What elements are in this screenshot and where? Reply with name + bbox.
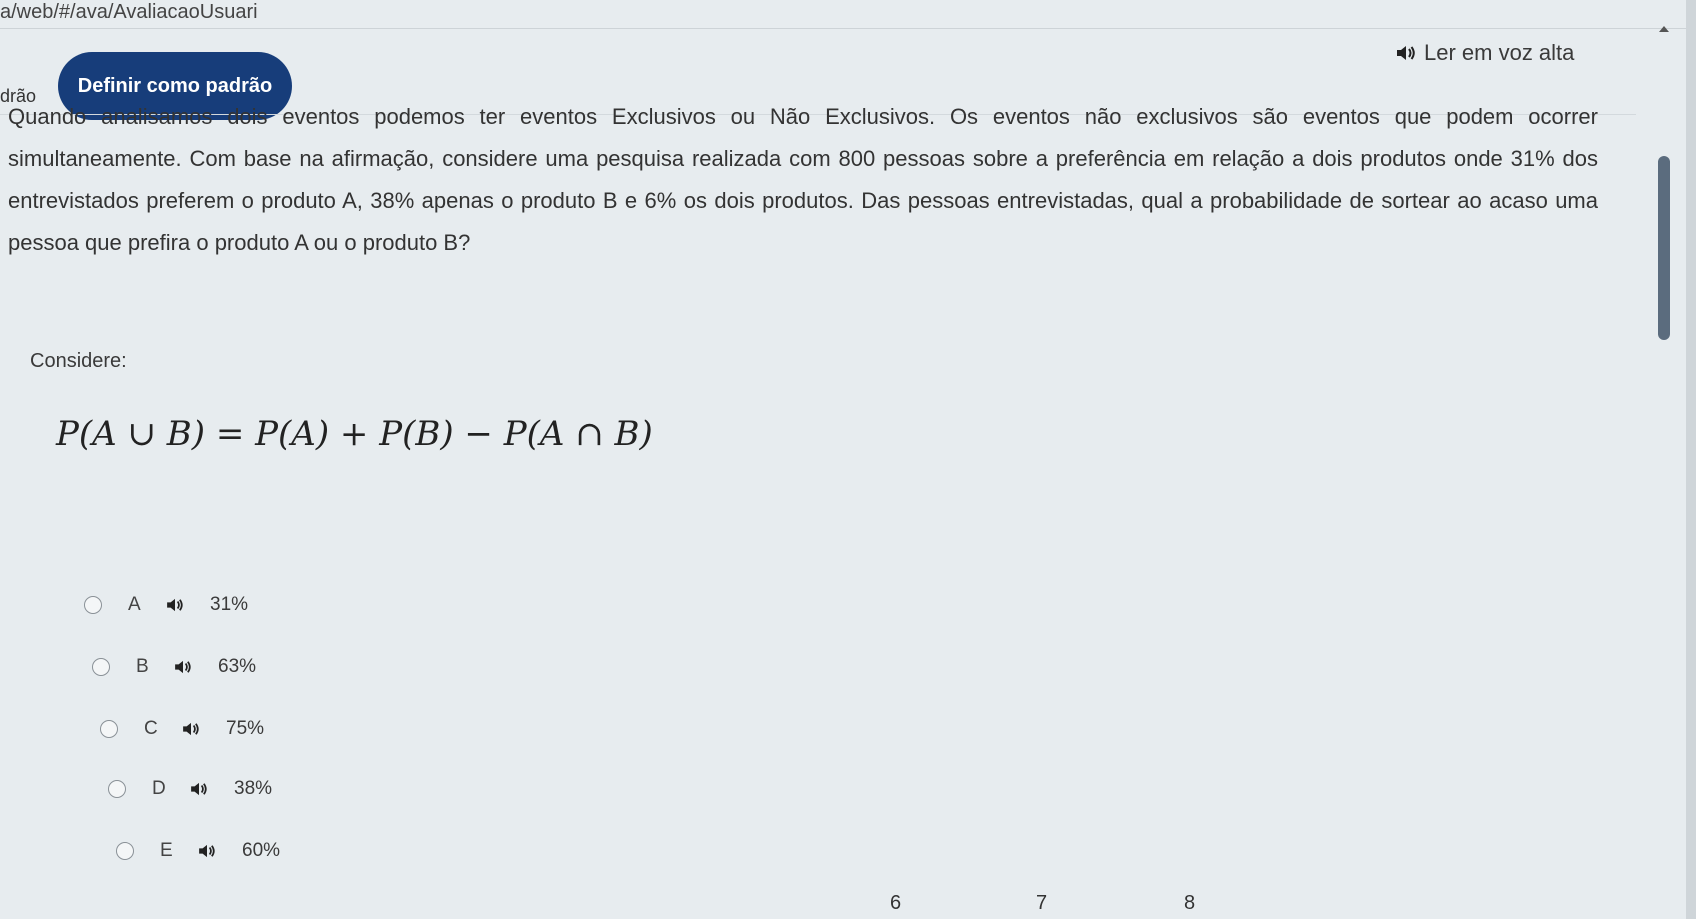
option-c-letter: C [144, 718, 158, 739]
formula: P(A ∪ B) = P(A) + P(B) − P(A ∩ B) [56, 414, 653, 454]
top-divider [0, 28, 1696, 29]
option-e[interactable]: E 60% [116, 836, 280, 866]
read-aloud-label: Ler em voz alta [1424, 40, 1575, 65]
page-7[interactable]: 7 [1036, 892, 1047, 915]
option-a-radio[interactable] [84, 596, 102, 614]
option-c[interactable]: C 75% [100, 714, 264, 744]
question-text: Quando analisamos dois eventos podemos t… [8, 104, 1598, 255]
speaker-icon[interactable] [174, 660, 192, 674]
option-b-value: 63% [218, 656, 257, 677]
option-d[interactable]: D 38% [108, 774, 272, 804]
speaker-icon[interactable] [190, 782, 208, 796]
read-aloud-button[interactable]: Ler em voz alta [1396, 40, 1574, 66]
speaker-icon[interactable] [182, 722, 200, 736]
option-a-value: 31% [210, 594, 249, 615]
option-e-radio[interactable] [116, 842, 134, 860]
speaker-icon[interactable] [198, 844, 216, 858]
option-d-radio[interactable] [108, 780, 126, 798]
option-a-letter: A [128, 594, 141, 615]
speaker-icon [1396, 45, 1416, 61]
scrollbar-thumb[interactable] [1658, 156, 1670, 340]
page-6[interactable]: 6 [890, 892, 901, 915]
option-c-radio[interactable] [100, 720, 118, 738]
address-bar[interactable]: a/web/#/ava/AvaliacaoUsuari [0, 0, 700, 24]
option-c-value: 75% [226, 718, 265, 739]
option-a[interactable]: A 31% [84, 590, 248, 620]
consider-label: Considere: [30, 350, 127, 372]
url-text: a/web/#/ava/AvaliacaoUsuari [0, 1, 258, 23]
window-edge [1686, 0, 1696, 919]
page-8[interactable]: 8 [1184, 892, 1195, 915]
option-b-radio[interactable] [92, 658, 110, 676]
option-e-letter: E [160, 840, 173, 861]
option-b-letter: B [136, 656, 149, 677]
option-e-value: 60% [242, 840, 281, 861]
speaker-icon[interactable] [166, 598, 184, 612]
option-b[interactable]: B 63% [92, 652, 256, 682]
caret-up-icon[interactable] [1656, 22, 1672, 36]
option-d-value: 38% [234, 778, 273, 799]
option-d-letter: D [152, 778, 166, 799]
